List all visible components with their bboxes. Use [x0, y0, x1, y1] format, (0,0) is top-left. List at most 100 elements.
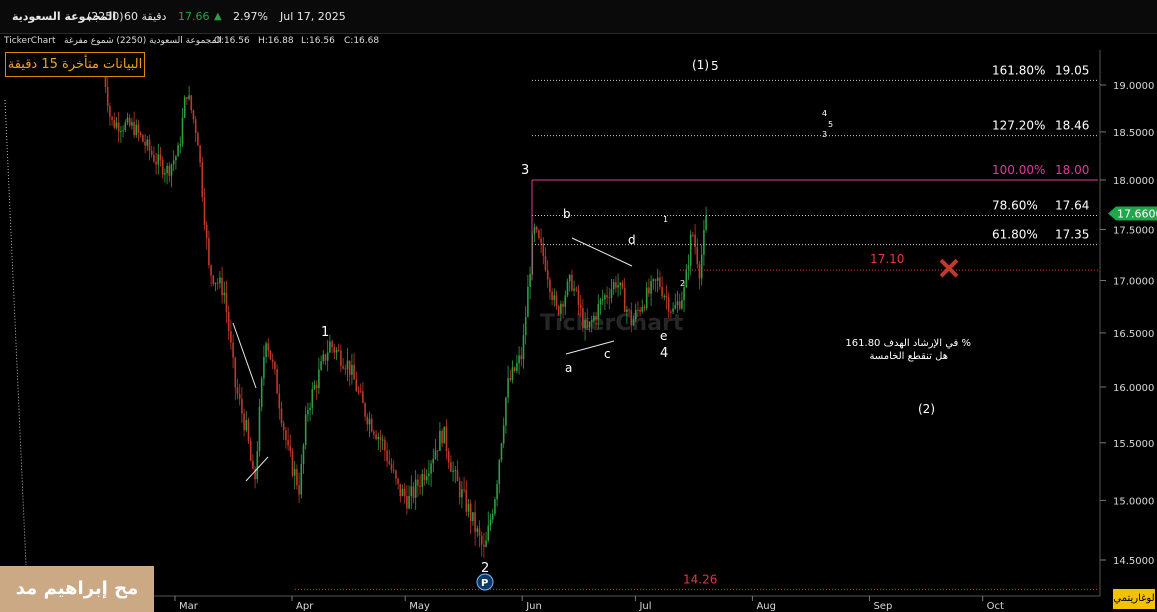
candle-body: [423, 473, 426, 481]
candle-body: [379, 436, 382, 440]
candle-body: [395, 470, 397, 479]
candle-body: [571, 274, 573, 291]
candle-body: [676, 301, 679, 306]
low-level-label: 14.26: [683, 572, 717, 586]
candle-body: [421, 473, 424, 487]
candle-body: [320, 361, 322, 370]
candle-body: [496, 483, 498, 500]
candle-body: [311, 389, 314, 408]
candle-body: [337, 349, 340, 351]
price-chart[interactable]: TickerChart 161.80% 19.05127.20% 18.46100.…: [0, 0, 1157, 612]
candle-body: [700, 254, 703, 279]
candle-body: [201, 162, 204, 198]
candle-body: [656, 277, 659, 281]
candle-body: [254, 468, 256, 480]
candle-body: [377, 436, 380, 440]
candle-body: [126, 117, 129, 123]
candle-body: [406, 496, 408, 509]
candle-body: [172, 160, 175, 165]
last-price-tag-bg: [1108, 206, 1157, 221]
candle-body: [293, 469, 296, 476]
wave-label: b: [563, 207, 571, 221]
candle-body: [573, 288, 575, 291]
candle-body: [430, 463, 432, 474]
close-value: C:16.68: [344, 36, 380, 46]
candle-body: [333, 346, 336, 353]
candle-body: [243, 413, 245, 431]
fib-level-price: 18.00: [1055, 163, 1089, 177]
candle-body: [663, 296, 666, 298]
interval-label[interactable]: 60 دقيقة: [124, 10, 166, 23]
pivot-circle: [476, 573, 494, 591]
candle-body: [212, 275, 215, 284]
candle-body: [397, 478, 399, 484]
candle-body: [137, 124, 140, 133]
candle-body: [516, 363, 518, 371]
wave-label: 3: [822, 130, 827, 139]
candle-body: [131, 122, 133, 126]
x-tick-label: Sep: [873, 601, 892, 612]
candle-body: [505, 397, 507, 426]
candle-body: [417, 479, 419, 486]
candles: [102, 60, 707, 558]
series-label: المجموعة السعودية (2250) شموع مفرغة: [64, 36, 222, 46]
candle-body: [454, 470, 457, 472]
candle-body: [381, 439, 384, 441]
candle-body: [296, 469, 298, 486]
candle-body: [324, 354, 327, 361]
candle-body: [584, 320, 586, 329]
candle-body: [370, 418, 373, 432]
candle-body: [659, 277, 661, 287]
candle-body: [205, 224, 208, 239]
log-scale-button[interactable]: لوغاريتمي: [1113, 589, 1155, 609]
candle-body: [494, 499, 496, 514]
candle-body: [223, 292, 226, 296]
last-price-tag: 17.6600: [1108, 206, 1157, 221]
candle-body: [265, 343, 267, 357]
candle-body: [236, 387, 239, 395]
candle-body: [674, 305, 677, 309]
candle-body: [392, 469, 395, 471]
candle-body: [696, 247, 699, 265]
candle-body: [540, 238, 542, 244]
candle-body: [260, 378, 263, 407]
wedge-line: [245, 456, 269, 482]
fib-level-percent: 161.80%: [992, 63, 1045, 77]
candle-body: [362, 391, 364, 404]
fib-level-percent: 61.80%: [992, 228, 1038, 242]
symbol-header: المجموعة السعودية (2250) 60 دقيقة 17.66 …: [0, 0, 1157, 34]
candle-body: [414, 479, 417, 498]
candle-body: [434, 450, 437, 459]
wave-label: 3: [521, 163, 529, 178]
candle-body: [329, 341, 331, 353]
candle-body: [615, 282, 617, 288]
y-tick-label: 16.0000: [1113, 383, 1154, 394]
candle-body: [139, 132, 142, 136]
wave-label: (2): [918, 402, 935, 416]
wave-label: e: [660, 329, 667, 343]
candle-body: [670, 311, 672, 313]
candle-body: [575, 288, 578, 290]
candle-body: [705, 215, 707, 230]
candle-body: [194, 119, 197, 134]
candle-body: [551, 291, 553, 300]
candle-body: [604, 295, 606, 300]
candle-body: [509, 378, 512, 381]
open-value: O:16.56: [214, 36, 250, 46]
up-arrow-icon: ▲: [214, 11, 222, 22]
candle-body: [181, 117, 184, 145]
candle-body: [491, 513, 494, 520]
candle-body: [282, 423, 285, 431]
candle-body: [188, 95, 190, 99]
candle-body: [648, 287, 650, 294]
wave-label: 1: [321, 325, 329, 340]
candle-body: [135, 124, 138, 136]
candle-body: [373, 431, 375, 435]
candle-body: [115, 122, 118, 128]
candle-body: [527, 286, 529, 318]
candle-body: [628, 309, 630, 311]
candle-body: [234, 357, 237, 388]
candle-body: [476, 528, 479, 532]
candle-body: [225, 292, 228, 312]
candle-body: [159, 154, 162, 161]
